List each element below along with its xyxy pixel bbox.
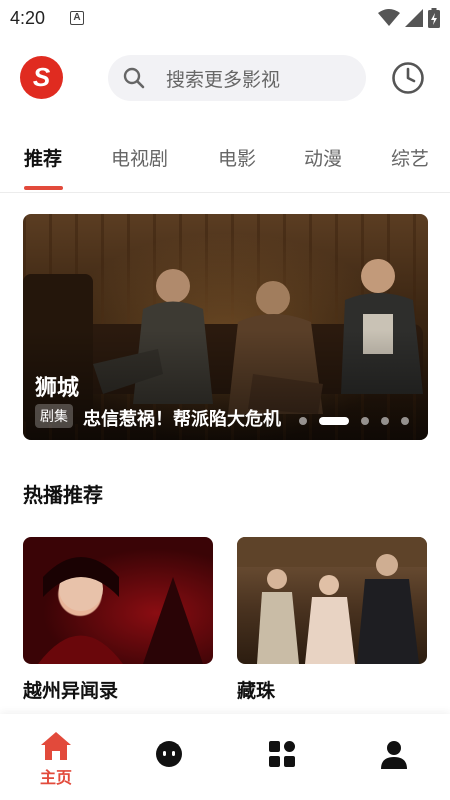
status-icons bbox=[378, 8, 440, 28]
nav-home[interactable]: 主页 bbox=[26, 730, 86, 788]
poster-art bbox=[237, 537, 427, 664]
tabs-divider bbox=[0, 192, 450, 193]
drama-card[interactable]: 越州异闻录 人心藏鼙，魅影惊魂 bbox=[23, 537, 213, 733]
active-tab-indicator bbox=[24, 186, 63, 190]
wifi-icon bbox=[378, 9, 400, 26]
mascot-icon bbox=[156, 741, 182, 767]
battery-icon bbox=[428, 8, 440, 28]
search-bar[interactable]: 搜索更多影视 bbox=[108, 55, 366, 101]
pagination-dot[interactable] bbox=[299, 417, 307, 425]
drama-card[interactable]: 藏珠 高门庶女以身为饵极致… bbox=[237, 537, 427, 733]
signal-icon bbox=[405, 9, 423, 27]
user-icon bbox=[381, 741, 407, 769]
banner-type-badge: 剧集 bbox=[35, 404, 73, 428]
tab-anime[interactable]: 动漫 bbox=[304, 144, 342, 171]
tab-movies[interactable]: 电影 bbox=[218, 144, 256, 171]
banner-title: 狮城 bbox=[35, 376, 80, 401]
clock-icon[interactable] bbox=[390, 60, 426, 96]
nav-profile[interactable] bbox=[364, 740, 424, 770]
search-icon bbox=[123, 67, 145, 89]
category-tabs: 推荐 电视剧 电影 动漫 综艺 bbox=[0, 140, 450, 190]
home-icon bbox=[41, 732, 71, 760]
logo-letter: S bbox=[32, 62, 51, 92]
nav-discover[interactable] bbox=[139, 738, 199, 768]
notification-icon: A bbox=[70, 11, 84, 25]
drama-poster bbox=[237, 537, 427, 664]
pagination-dot[interactable] bbox=[381, 417, 389, 425]
section-title: 热播推荐 bbox=[23, 483, 103, 507]
drama-title: 藏珠 bbox=[237, 680, 276, 702]
status-time: 4:20 bbox=[10, 8, 46, 28]
banner-subtitle: 忠信惹祸！帮派陷大危机 bbox=[83, 409, 281, 430]
apps-grid-icon bbox=[269, 741, 295, 767]
drama-title: 越州异闻录 bbox=[23, 680, 119, 702]
nav-categories[interactable] bbox=[252, 740, 312, 768]
tab-tv-series[interactable]: 电视剧 bbox=[111, 144, 168, 171]
app-logo[interactable]: S bbox=[20, 56, 63, 99]
pagination-dot-active[interactable] bbox=[319, 417, 349, 425]
banner-pagination bbox=[299, 417, 409, 425]
drama-poster bbox=[23, 537, 213, 664]
nav-home-label: 主页 bbox=[39, 768, 72, 787]
pagination-dot[interactable] bbox=[401, 417, 409, 425]
pagination-dot[interactable] bbox=[361, 417, 369, 425]
search-placeholder: 搜索更多影视 bbox=[166, 68, 281, 91]
status-bar: 4:20 A bbox=[0, 0, 450, 36]
featured-banner[interactable]: 狮城 剧集 忠信惹祸！帮派陷大危机 bbox=[23, 214, 428, 440]
tab-recommend[interactable]: 推荐 bbox=[24, 144, 62, 171]
poster-art bbox=[38, 557, 203, 664]
tab-variety[interactable]: 综艺 bbox=[391, 144, 429, 171]
bottom-navigation: 主页 bbox=[0, 714, 450, 800]
